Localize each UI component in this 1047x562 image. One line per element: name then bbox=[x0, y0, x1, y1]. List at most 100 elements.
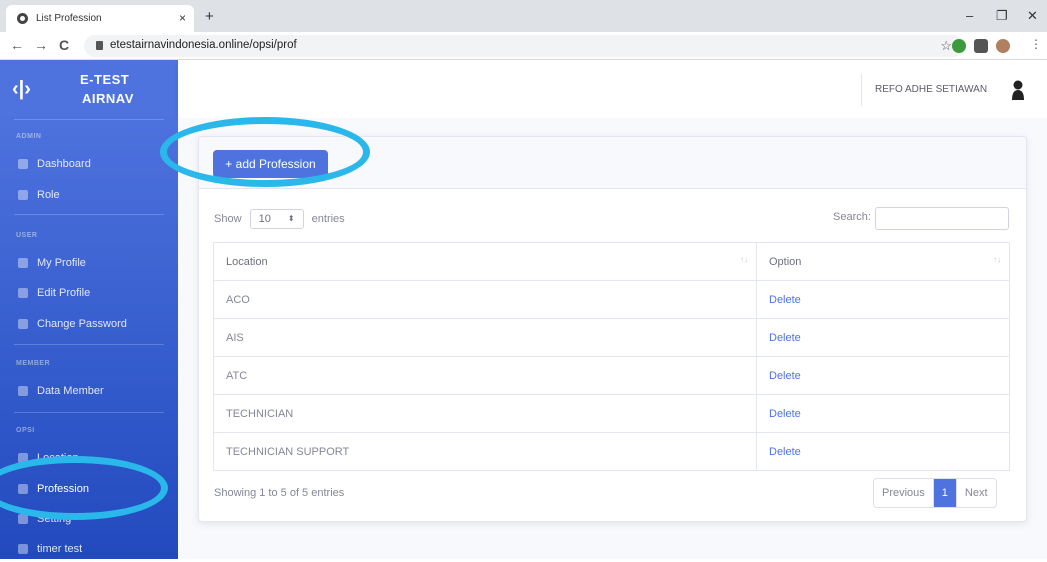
next-button[interactable]: Next bbox=[957, 479, 996, 507]
code-logo-icon: ‹|› bbox=[12, 78, 31, 100]
delete-link[interactable]: Delete bbox=[756, 432, 1010, 471]
page-button-current[interactable]: 1 bbox=[933, 479, 957, 507]
bookmark-star-icon[interactable]: ☆ bbox=[940, 38, 952, 54]
user-avatar-icon[interactable] bbox=[1012, 80, 1024, 100]
sidebar-item-change-password[interactable]: Change Password bbox=[0, 313, 178, 337]
length-control: Show 10 ⬍ entries bbox=[214, 209, 345, 229]
key-icon bbox=[18, 319, 28, 329]
brand-line1: E-TEST bbox=[80, 72, 130, 87]
lock-icon bbox=[96, 41, 103, 50]
restore-button[interactable]: ❐ bbox=[996, 8, 1008, 24]
sidebar-divider bbox=[14, 344, 164, 345]
sidebar-item-timer-test[interactable]: timer test bbox=[0, 538, 178, 562]
user-md-icon bbox=[18, 484, 28, 494]
user-icon bbox=[18, 258, 28, 268]
profession-card: + add Profession Show 10 ⬍ entries Search… bbox=[198, 136, 1027, 522]
column-header-location[interactable]: Location ↑↓ bbox=[213, 242, 757, 281]
address-bar[interactable]: etestairnavindonesia.online/opsi/prof ☆ bbox=[84, 35, 964, 57]
browser-tab[interactable]: List Profession × bbox=[6, 5, 194, 32]
topbar-divider bbox=[861, 74, 862, 106]
column-header-label: Option bbox=[769, 255, 802, 268]
main-content: + add Profession Show 10 ⬍ entries Search… bbox=[178, 118, 1047, 559]
sidebar-item-data-member[interactable]: Data Member bbox=[0, 380, 178, 404]
table-row: ACO Delete bbox=[213, 280, 1010, 319]
sidebar-divider bbox=[14, 412, 164, 413]
profile-avatar-icon[interactable] bbox=[996, 39, 1010, 53]
sidebar-item-label: Data Member bbox=[37, 385, 104, 397]
entries-label: entries bbox=[311, 212, 345, 225]
sidebar-item-label: Location bbox=[37, 452, 79, 464]
table-info: Showing 1 to 5 of 5 entries bbox=[214, 487, 345, 499]
sidebar-item-label: Dashboard bbox=[37, 158, 91, 170]
globe-icon bbox=[17, 13, 28, 24]
tab-close-icon[interactable]: × bbox=[179, 11, 186, 25]
sort-icon: ↑↓ bbox=[993, 255, 1001, 264]
cell-location: TECHNICIAN SUPPORT bbox=[213, 432, 757, 471]
sidebar: ‹|› E-TEST AIRNAV ADMIN Dashboard Role U… bbox=[0, 60, 178, 559]
minimize-button[interactable]: – bbox=[966, 8, 973, 23]
previous-button[interactable]: Previous bbox=[874, 479, 934, 507]
sidebar-item-label: timer test bbox=[37, 543, 83, 555]
sidebar-item-profession[interactable]: Profession bbox=[0, 478, 178, 502]
card-header: + add Profession bbox=[199, 137, 1026, 189]
browser-tabbar: List Profession × + – ❐ ✕ bbox=[0, 0, 1047, 32]
tachometer-icon bbox=[18, 159, 28, 169]
puzzle-icon[interactable] bbox=[974, 39, 988, 53]
entries-select[interactable]: 10 ⬍ bbox=[249, 209, 304, 229]
new-tab-button[interactable]: + bbox=[205, 8, 214, 25]
sidebar-item-label: Setting bbox=[37, 513, 72, 525]
tab-title: List Profession bbox=[36, 13, 102, 24]
search-input[interactable] bbox=[875, 207, 1009, 230]
table-row: ATC Delete bbox=[213, 356, 1010, 395]
cell-location: TECHNICIAN bbox=[213, 394, 757, 433]
brand[interactable]: ‹|› E-TEST AIRNAV bbox=[0, 60, 178, 118]
sidebar-item-my-profile[interactable]: My Profile bbox=[0, 252, 178, 276]
user-name[interactable]: REFO ADHE SETIAWAN bbox=[875, 84, 987, 95]
sidebar-item-role[interactable]: Role bbox=[0, 184, 178, 208]
cell-location: AIS bbox=[213, 318, 757, 357]
close-window-button[interactable]: ✕ bbox=[1027, 8, 1038, 24]
table-row: TECHNICIAN Delete bbox=[213, 394, 1010, 433]
address-bar-row: ← → C etestairnavindonesia.online/opsi/p… bbox=[0, 32, 1047, 60]
select-arrows-icon: ⬍ bbox=[287, 214, 295, 223]
back-button[interactable]: ← bbox=[10, 37, 24, 53]
table-header-row: Location ↑↓ Option ↑↓ bbox=[213, 242, 1010, 281]
forward-button[interactable]: → bbox=[34, 37, 48, 53]
sidebar-heading-user: USER bbox=[16, 232, 38, 239]
entries-select-value: 10 bbox=[258, 213, 271, 225]
search-location-icon bbox=[18, 453, 28, 463]
sidebar-item-setting[interactable]: Setting bbox=[0, 508, 178, 532]
sidebar-item-label: Change Password bbox=[37, 318, 127, 330]
sidebar-item-label: Role bbox=[37, 189, 60, 201]
user-icon bbox=[18, 190, 28, 200]
brand-line2: AIRNAV bbox=[82, 91, 134, 106]
sidebar-heading-member: MEMBER bbox=[16, 360, 51, 367]
sidebar-item-label: Edit Profile bbox=[37, 287, 91, 299]
sidebar-item-dashboard[interactable]: Dashboard bbox=[0, 153, 178, 177]
sort-icon: ↑↓ bbox=[740, 255, 748, 264]
column-header-label: Location bbox=[226, 255, 268, 268]
delete-link[interactable]: Delete bbox=[756, 356, 1010, 395]
delete-link[interactable]: Delete bbox=[756, 394, 1010, 433]
url-text: etestairnavindonesia.online/opsi/prof bbox=[110, 39, 297, 51]
sidebar-divider bbox=[14, 214, 164, 215]
cell-location: ATC bbox=[213, 356, 757, 395]
extension-icon[interactable] bbox=[952, 39, 966, 53]
sidebar-heading-opsi: OPSI bbox=[16, 427, 35, 434]
table-row: AIS Delete bbox=[213, 318, 1010, 357]
column-header-option[interactable]: Option ↑↓ bbox=[756, 242, 1010, 281]
sidebar-item-label: Profession bbox=[37, 483, 89, 495]
reload-button[interactable]: C bbox=[59, 37, 69, 53]
pagination: Previous 1 Next bbox=[873, 478, 997, 508]
delete-link[interactable]: Delete bbox=[756, 318, 1010, 357]
delete-link[interactable]: Delete bbox=[756, 280, 1010, 319]
search-label: Search: bbox=[833, 211, 871, 223]
table-row: TECHNICIAN SUPPORT Delete bbox=[213, 432, 1010, 471]
menu-kebab-icon[interactable]: ⋮ bbox=[1030, 37, 1042, 51]
cog-icon bbox=[18, 514, 28, 524]
sidebar-item-edit-profile[interactable]: Edit Profile bbox=[0, 282, 178, 306]
users-icon bbox=[18, 386, 28, 396]
sidebar-item-location[interactable]: Location bbox=[0, 447, 178, 471]
sidebar-item-label: My Profile bbox=[37, 257, 86, 269]
add-profession-button[interactable]: + add Profession bbox=[213, 150, 328, 178]
